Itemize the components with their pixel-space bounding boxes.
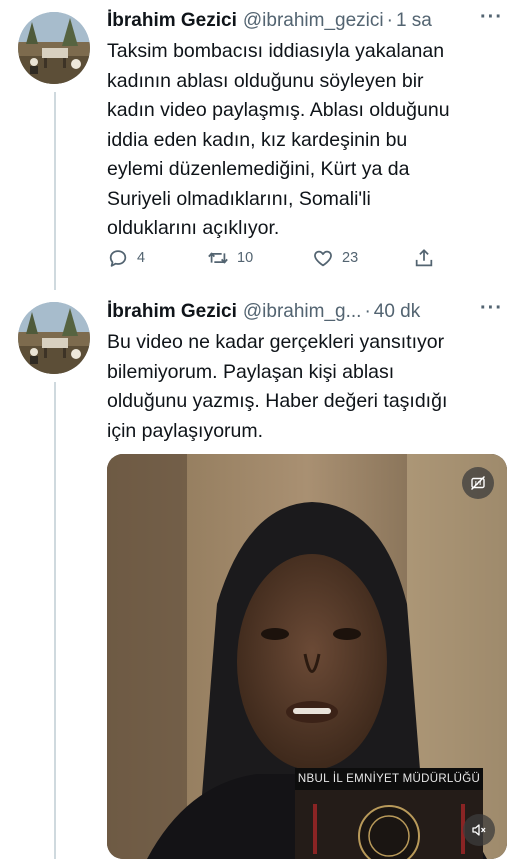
tweet-text-line: olduklarını açıklıyor. <box>107 217 280 239</box>
retweet-icon <box>208 252 228 264</box>
video-player[interactable]: NBUL İL EMNİYET MÜDÜRLÜĞÜ <box>107 454 507 859</box>
author-handle[interactable]: @ibrahim_gezici <box>243 10 384 32</box>
avatar-photo <box>18 12 90 84</box>
captions-off-icon <box>471 476 485 490</box>
share-icon <box>415 249 433 267</box>
tweet-text-line: Suriyeli olmadıklarını, Somali'li <box>107 187 371 210</box>
video-frame <box>107 454 507 859</box>
tweet-text-line: eylemi düzenlemediğini, Kürt ya da <box>107 158 410 180</box>
avatar-photo <box>18 302 90 374</box>
tweet-text-line: Taksim bombacısı iddiasıyla yakalanan <box>107 40 445 62</box>
author-name[interactable]: İbrahim Gezici <box>107 10 237 32</box>
tweet-actions: 4 10 23 <box>107 246 507 270</box>
avatar[interactable] <box>18 12 90 84</box>
retweet-button[interactable]: 10 <box>207 247 253 269</box>
heart-icon <box>314 250 332 267</box>
timestamp[interactable]: 1 sa <box>396 10 432 32</box>
mute-button[interactable] <box>463 814 495 846</box>
reply-icon <box>109 250 127 267</box>
reply-button[interactable]: 4 <box>107 247 145 269</box>
tweet-text-line: iddia eden kadın, kız kardeşinin bu <box>107 128 408 151</box>
share-button[interactable] <box>413 247 435 269</box>
more-options-icon[interactable]: ··· <box>480 297 503 320</box>
tweet-text-line: kadın video paylaşmış. Ablası olduğunu <box>107 99 450 121</box>
tweet-text-line: için paylaşıyorum. <box>107 419 264 442</box>
like-count: 23 <box>342 250 359 266</box>
author-name[interactable]: İbrahim Gezici <box>107 301 237 323</box>
tweet-text: Taksim bombacısı iddiasıyla yakalanan ka… <box>107 37 511 244</box>
separator-dot: · <box>364 301 371 322</box>
author-handle[interactable]: @ibrahim_g... <box>243 301 362 323</box>
tweet[interactable]: İbrahim Gezici @ibrahim_gezici · 1 sa ··… <box>0 0 523 290</box>
tweet-text-line: bilemiyorum. Paylaşan kişi ablası <box>107 360 395 383</box>
captions-off-button[interactable] <box>462 467 494 499</box>
reply-count: 4 <box>137 250 146 266</box>
separator-dot: · <box>386 10 393 31</box>
mute-icon <box>472 824 486 836</box>
avatar[interactable] <box>18 302 90 374</box>
like-button[interactable]: 23 <box>312 247 358 269</box>
timestamp[interactable]: 40 dk <box>374 301 420 323</box>
tweet-text-line: kadının ablası olduğunu söyleyen bir <box>107 69 424 92</box>
tweet-text-line: Bu video ne kadar gerçekleri yansıtıyor <box>107 331 445 353</box>
more-options-icon[interactable]: ··· <box>480 6 503 29</box>
tweet-text-line: olduğunu yazmış. Haber değeri taşıdığı <box>107 390 448 412</box>
tweet-text: Bu video ne kadar gerçekleri yansıtıyor … <box>107 328 511 446</box>
retweet-count: 10 <box>237 250 254 266</box>
video-overlay-banner: NBUL İL EMNİYET MÜDÜRLÜĞÜ <box>295 768 483 790</box>
